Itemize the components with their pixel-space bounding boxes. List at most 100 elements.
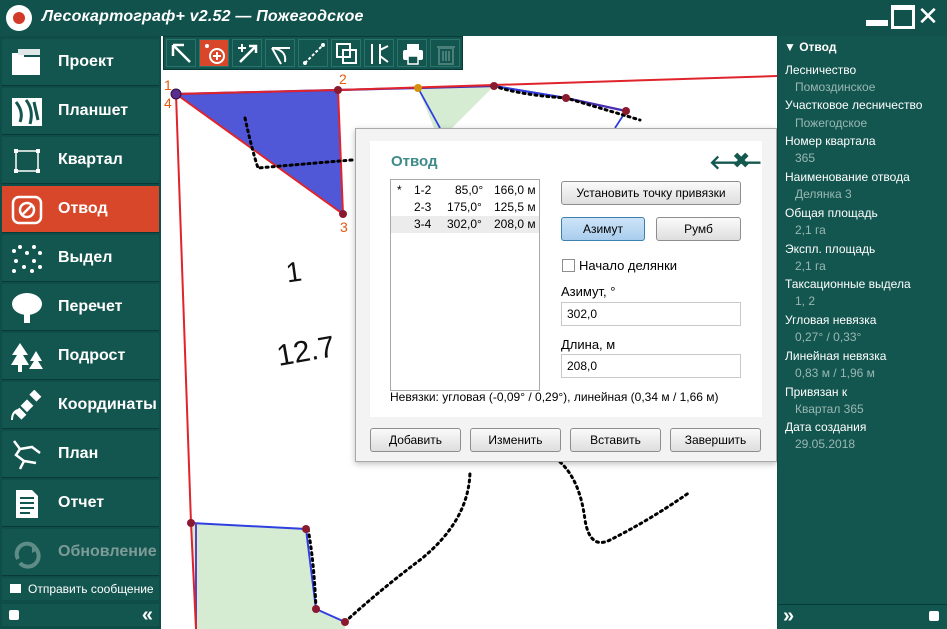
tool-print[interactable] [397,39,427,67]
field-label: Участковое лесничество [785,98,923,112]
vertex-point[interactable] [341,618,349,626]
segment-list[interactable]: * 1-2 85,0° 166,0 м 2-3 175,0° 125,5 м 3… [390,179,540,391]
allotment-dialog: Отвод 🡐 ✖ * 1-2 85,0° 166,0 м 2-3 175,0°… [355,128,777,462]
undergrowth-icon [11,343,43,372]
tool-split[interactable] [364,39,394,67]
square-icon[interactable] [929,611,939,621]
segment-length: 166,0 м [494,183,536,197]
tool-arc[interactable] [265,39,295,67]
allotment-icon [11,195,43,225]
field-value: 29.05.2018 [795,437,856,451]
sidebar-item-label: Подрост [58,347,126,364]
tool-add-point[interactable] [199,39,229,67]
compartment-number: 1 [284,256,304,289]
field-label: Номер квартала [785,134,876,148]
sidebar-item-report[interactable]: Отчет [2,480,159,527]
set-anchor-button[interactable]: Установить точку привязки [561,181,741,205]
vertex-point[interactable] [302,525,310,533]
measure-icon [303,43,325,65]
vertex-point[interactable] [187,519,195,527]
maximize-icon[interactable] [891,5,915,29]
field-value: 365 [795,151,816,165]
double-chevron-left-icon[interactable]: « [142,604,153,627]
azimuth-button[interactable]: Азимут [561,217,645,241]
length-field[interactable]: 208,0 [561,354,741,378]
azimuth-field[interactable]: 302,0 [561,302,741,326]
plan-icon [13,440,41,470]
sidebar-footer: « [2,604,159,626]
sidebar-item-label: Обновление [58,543,157,560]
vertex-point[interactable] [312,605,320,613]
panel-header[interactable]: ▼ Отвод [784,40,836,54]
field-value: Пожегодское [795,116,868,130]
minimize-icon[interactable] [865,5,889,29]
segment-row[interactable]: 2-3 175,0° 125,5 м [391,199,539,216]
vertex-point[interactable] [562,94,570,102]
tablet-map-icon [12,98,42,126]
segment-row[interactable]: * 1-2 85,0° 166,0 м [391,182,539,199]
change-button[interactable]: Изменить [470,428,561,452]
insert-button[interactable]: Вставить [570,428,661,452]
finish-button[interactable]: Завершить [670,428,761,452]
field-value: 0,27° / 0,33° [795,330,862,344]
sidebar-item-allotment[interactable]: Отвод [2,186,159,233]
tool-copy[interactable] [331,39,361,67]
vydel-fill [191,523,345,629]
send-message-button[interactable]: Отправить сообщение [2,578,159,600]
segment-row[interactable]: 3-4 302,0° 208,0 м [391,216,539,233]
segment-angle: 302,0° [447,217,482,231]
start-checkbox[interactable] [562,259,575,272]
vertex-point[interactable] [414,84,422,92]
azimuth-label: Азимут, ° [561,284,616,299]
sidebar-item-label: Квартал [58,151,123,168]
dialog-body: Отвод 🡐 ✖ * 1-2 85,0° 166,0 м 2-3 175,0°… [370,141,763,417]
vertex-point[interactable] [490,82,498,90]
vertex-point[interactable] [339,210,347,218]
tool-select[interactable] [166,39,196,67]
tool-add-line[interactable] [232,39,262,67]
point-label: 1 [164,77,172,93]
tool-measure[interactable] [298,39,328,67]
misclosure-text: Невязки: угловая (-0,09° / 0,29°), линей… [390,390,719,404]
sidebar-item-quarter[interactable]: Квартал [2,137,159,184]
vertex-point[interactable] [334,86,342,94]
add-point-icon [205,44,225,64]
sidebar-item-tablet[interactable]: Планшет [2,88,159,135]
segment-angle: 85,0° [455,183,484,197]
vertex-point[interactable] [170,88,182,100]
point-label: 4 [164,95,172,111]
report-icon [16,490,38,518]
window-title: Лесокартограф+ v2.52 — Пожегодское [42,8,364,25]
satellite-icon [11,390,42,421]
sidebar-item-plan[interactable]: План [2,431,159,478]
start-checkbox-label: Начало делянки [579,258,678,273]
title-bar: Лесокартограф+ v2.52 — Пожегодское ✕ [0,0,947,36]
sidebar-item-label: Выдел [58,249,113,266]
arc-icon [271,47,290,65]
panel-footer: » [778,604,947,628]
segment-name: 2-3 [414,200,432,214]
sidebar-item-label: Отвод [58,200,108,217]
vertex-point[interactable] [622,107,630,115]
app-logo-icon [6,5,32,31]
sidebar-item-undergrowth[interactable]: Подрост [2,333,159,380]
sidebar-item-tree-count[interactable]: Перечет [2,284,159,331]
segment-name: 1-2 [414,183,432,197]
map-toolbar [163,36,463,70]
field-label: Привязан к [785,385,848,399]
sidebar-item-label: Отчет [58,494,105,511]
close-icon[interactable]: ✖ [732,148,750,174]
field-value: Помоздинское [795,80,876,94]
sidebar-item-project[interactable]: Проект [2,39,159,86]
field-value: Делянка 3 [795,187,852,201]
add-button[interactable]: Добавить [370,428,461,452]
double-chevron-right-icon[interactable]: » [783,605,794,628]
field-label: Лесничество [785,63,857,77]
print-icon [403,44,423,65]
close-icon[interactable]: ✕ [916,3,940,29]
rhumb-button[interactable]: Румб [656,217,741,241]
sidebar-item-compartment[interactable]: Выдел [2,235,159,282]
sidebar-item-coordinates[interactable]: Координаты [2,382,159,429]
update-icon [14,541,41,569]
square-icon[interactable] [9,610,19,620]
